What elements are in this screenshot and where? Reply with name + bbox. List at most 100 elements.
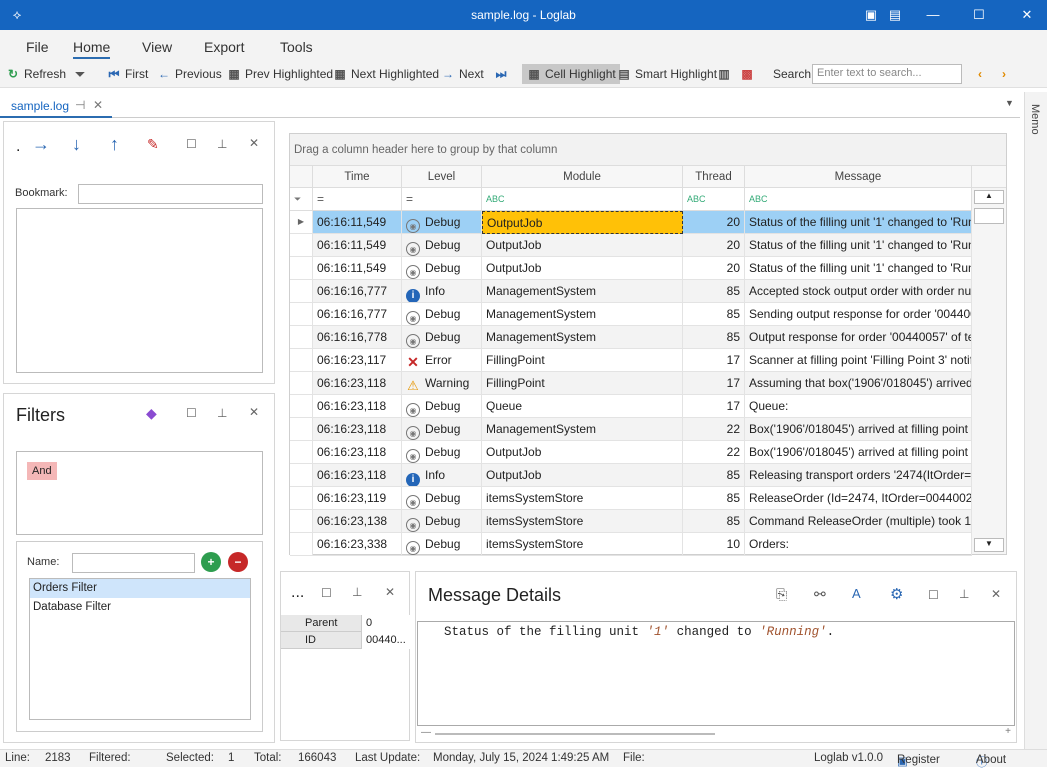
cell-module[interactable]: Queue [482,395,683,418]
cell-message[interactable]: Orders: [745,533,972,556]
cell-thread[interactable]: 22 [683,441,745,464]
float-icon[interactable]: ☐ [186,137,197,151]
previous-button[interactable]: ← Previous [156,64,222,84]
pin-icon[interactable]: ⊥ [217,137,227,151]
and-node[interactable]: And [27,462,57,480]
cell-thread[interactable]: 17 [683,395,745,418]
table-row[interactable]: 06:16:23,117 ✕ Error FillingPoint 17 Scanner … [290,349,972,372]
filter-tree[interactable]: And [16,451,263,535]
row-indicator[interactable] [290,418,313,441]
cell-time[interactable]: 06:16:23,117 [313,349,402,372]
bookmark-list[interactable] [16,208,263,373]
close-icon[interactable]: ✕ [991,587,1001,601]
module-filter-cell[interactable]: ABC [482,188,683,211]
filter-toggle-button[interactable]: ⏷ [72,64,91,84]
table-row[interactable]: 06:16:23,119 ◉ Debug itemsSystemStore 85 Rele… [290,487,972,510]
cell-module[interactable]: itemsSystemStore [482,510,683,533]
cell-module[interactable]: OutputJob [482,234,683,257]
float-icon[interactable]: ☐ [928,588,939,602]
cell-thread[interactable]: 22 [683,418,745,441]
remove-bookmark-icon[interactable]: ✎ [147,136,159,153]
cell-thread[interactable]: 85 [683,510,745,533]
cell-level[interactable]: ◉ Debug [402,211,482,234]
time-filter-cell[interactable]: = [313,188,402,211]
layout-button[interactable]: ▩ [739,64,758,84]
table-row[interactable]: 06:16:23,118 ◉ Debug ManagementSystem 22 Box(… [290,418,972,441]
cell-time[interactable]: 06:16:16,777 [313,280,402,303]
arrow-right-icon[interactable]: → [32,134,50,155]
memo-sidebar[interactable]: Memo [1024,92,1047,749]
cell-time[interactable]: 06:16:23,118 [313,464,402,487]
column-header-level[interactable]: Level [402,166,482,188]
cell-module[interactable]: FillingPoint [482,372,683,395]
cell-message[interactable]: Output response for order '00440057' of … [745,326,972,349]
cell-thread[interactable]: 20 [683,211,745,234]
cell-thread[interactable]: 17 [683,372,745,395]
cell-message[interactable]: Command ReleaseOrder (multiple) took 15 … [745,510,972,533]
cell-level[interactable]: ◉ Debug [402,441,482,464]
cell-message[interactable]: Releasing transport orders '2474(ItOrder… [745,464,972,487]
cell-time[interactable]: 06:16:23,119 [313,487,402,510]
arrow-up-icon[interactable]: ↑ [110,134,119,155]
smart-highlight-button[interactable]: ▤ Smart Highlight [616,64,717,84]
table-row[interactable]: 06:16:23,138 ◉ Debug itemsSystemStore 85 Comm… [290,510,972,533]
list-item[interactable]: Orders Filter [30,579,250,598]
column-header-thread[interactable]: Thread [683,166,745,188]
row-indicator[interactable] [290,280,313,303]
cell-time[interactable]: 06:16:23,338 [313,533,402,556]
minimize-icon[interactable]: — [924,6,942,24]
cell-message[interactable]: Box('1906'/018045') arrived at filling p… [745,418,972,441]
close-icon[interactable]: ✕ [249,136,259,150]
message-text[interactable]: Status of the filling unit '1' changed t… [417,621,1015,726]
menu-export[interactable]: Export [204,39,244,55]
row-indicator[interactable] [290,533,313,556]
first-button[interactable]: ⏮ First [106,64,149,84]
pin-icon[interactable]: ⊣ [75,98,85,112]
cell-time[interactable]: 06:16:23,118 [313,372,402,395]
table-row[interactable]: 06:16:23,118 ◉ Debug OutputJob 22 Box('1906'/… [290,441,972,464]
cell-thread[interactable]: 17 [683,349,745,372]
cell-level[interactable]: ◉ Debug [402,326,482,349]
cell-thread[interactable]: 10 [683,533,745,556]
cell-message[interactable]: Box('1906'/018045') arrived at filling p… [745,441,972,464]
cell-time[interactable]: 06:16:11,549 [313,211,402,234]
cell-message[interactable]: Status of the filling unit '1' changed t… [745,211,972,234]
table-row[interactable]: 06:16:23,338 ◉ Debug itemsSystemStore 10 Orde… [290,533,972,556]
column-header-message[interactable]: Message [745,166,972,188]
cell-module[interactable]: itemsSystemStore [482,487,683,510]
cell-module[interactable]: OutputJob [482,211,683,234]
cell-module[interactable]: OutputJob [482,257,683,280]
cell-message[interactable]: Status of the filling unit '1' changed t… [745,257,972,280]
cell-level[interactable]: ⚠ Warning [402,372,482,395]
table-row[interactable]: 06:16:16,777 i Info ManagementSystem 85 Accep… [290,280,972,303]
table-row[interactable]: ▶ 06:16:11,549 ◉ Debug OutputJob 20 Status of … [290,211,972,234]
cell-level[interactable]: ✕ Error [402,349,482,372]
cell-message[interactable]: Status of the filling unit '1' changed t… [745,234,972,257]
cell-module[interactable]: ManagementSystem [482,326,683,349]
eraser-icon[interactable]: ◆ [146,405,157,422]
cell-time[interactable]: 06:16:23,118 [313,441,402,464]
row-indicator[interactable] [290,441,313,464]
prev-highlighted-button[interactable]: ▦ Prev Highlighted [226,64,333,84]
table-row[interactable]: 06:16:16,777 ◉ Debug ManagementSystem 85 Send… [290,303,972,326]
cell-time[interactable]: 06:16:23,118 [313,418,402,441]
close-tab-icon[interactable]: ✕ [93,98,103,112]
maximize-icon[interactable]: ☐ [970,6,988,24]
bookmark-input[interactable] [78,184,263,204]
table-row[interactable]: 06:16:23,118 ⚠ Warning FillingPoint 17 Assumi… [290,372,972,395]
cell-message[interactable]: Accepted stock output order with order n… [745,280,972,303]
menu-file[interactable]: File [26,39,49,55]
close-window-icon[interactable]: ✕ [1018,6,1036,24]
row-indicator[interactable] [290,349,313,372]
cell-message[interactable]: Assuming that box('1906'/018045') arrive… [745,372,972,395]
cell-level[interactable]: i Info [402,280,482,303]
pin-icon[interactable]: ⊥ [352,585,362,599]
cell-module[interactable]: ManagementSystem [482,303,683,326]
scroll-up-icon[interactable]: ▲ [974,190,1004,204]
cell-module[interactable]: FillingPoint [482,349,683,372]
last-button[interactable]: ⏭ [493,64,512,84]
cell-thread[interactable]: 85 [683,280,745,303]
cell-message[interactable]: Sending output response for order '00440… [745,303,972,326]
float-icon[interactable]: ☐ [321,586,332,600]
level-filter-cell[interactable]: = [402,188,482,211]
